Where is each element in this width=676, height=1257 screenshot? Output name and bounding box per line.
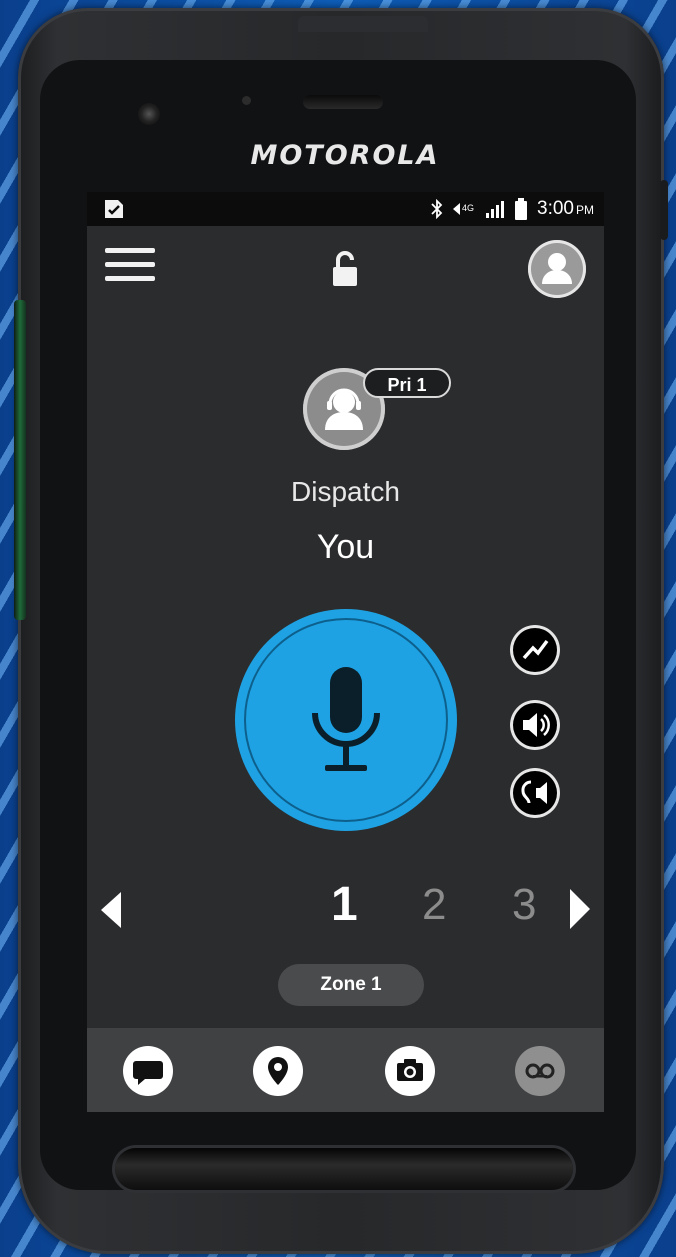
microphone-icon — [312, 667, 380, 771]
talker-name: You — [316, 528, 375, 566]
ptt-side-key — [14, 300, 26, 620]
lte-icon: 4G — [453, 203, 474, 215]
signal-icon — [486, 201, 505, 218]
hamburger-menu-icon[interactable] — [105, 248, 155, 286]
user-profile-button[interactable] — [528, 240, 586, 298]
signal-quality-icon — [522, 639, 549, 660]
clock-time: 3:00 — [537, 198, 574, 219]
sim-card-icon — [105, 200, 123, 218]
earpiece-audio-button[interactable] — [510, 768, 560, 818]
speaker-volume-icon — [523, 713, 550, 737]
status-icons: 4G 3:00 PM — [431, 192, 594, 226]
clock-ampm: PM — [576, 203, 594, 217]
location-pin-icon — [268, 1057, 288, 1085]
messages-button[interactable] — [123, 1046, 173, 1096]
bluetooth-icon — [431, 199, 443, 219]
voicemail-button[interactable] — [515, 1046, 565, 1096]
battery-icon — [515, 198, 528, 220]
right-side-key — [660, 180, 668, 240]
earpiece-audio-icon — [521, 780, 547, 804]
channel-3[interactable]: 3 — [512, 880, 536, 930]
status-bar: 4G 3:00 PM — [87, 192, 604, 226]
front-camera-icon — [138, 103, 160, 125]
location-button[interactable] — [253, 1046, 303, 1096]
screen: 4G 3:00 PM Pri 1 Dispatch You 1 2 3 Zone… — [87, 192, 604, 1112]
talkgroup-name: Dispatch — [291, 476, 400, 507]
svg-text:4G: 4G — [462, 203, 474, 213]
camera-button[interactable] — [385, 1046, 435, 1096]
voicemail-icon — [525, 1063, 555, 1079]
clock: 3:00 PM — [537, 198, 594, 220]
bottom-nav-bar — [87, 1028, 604, 1112]
zone-selector[interactable]: Zone 1 — [278, 964, 424, 1006]
speaker-volume-button[interactable] — [510, 700, 560, 750]
channel-1[interactable]: 1 — [331, 877, 358, 932]
unlocked-padlock-icon[interactable] — [328, 250, 362, 288]
user-profile-icon — [542, 253, 572, 284]
bottom-speaker-grille — [115, 1148, 573, 1190]
signal-quality-button[interactable] — [510, 625, 560, 675]
camera-icon — [397, 1059, 423, 1081]
brand-logo: MOTOROLA — [250, 140, 440, 171]
messages-icon — [133, 1061, 163, 1085]
push-to-talk-button[interactable] — [235, 609, 457, 831]
channel-2[interactable]: 2 — [422, 880, 446, 930]
top-button — [298, 16, 428, 32]
proximity-sensor — [242, 96, 251, 105]
earpiece-speaker — [303, 95, 383, 109]
previous-channel-arrow-icon[interactable] — [101, 892, 121, 928]
priority-badge: Pri 1 — [363, 368, 451, 398]
next-channel-arrow-icon[interactable] — [570, 889, 590, 929]
